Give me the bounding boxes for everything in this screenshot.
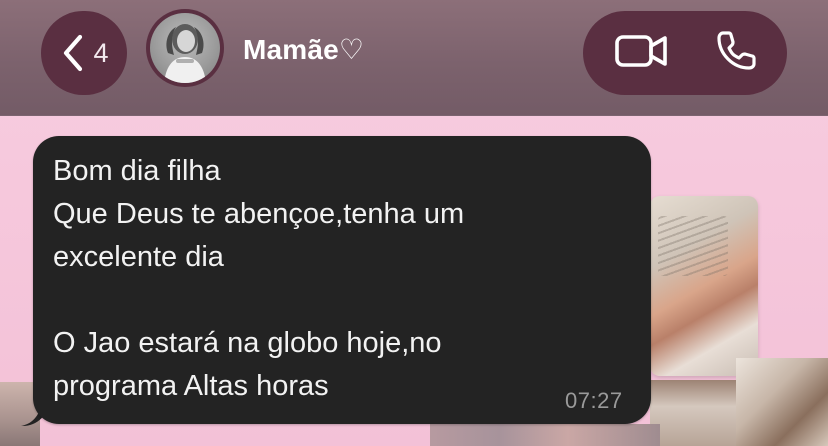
avatar-photo: [150, 13, 220, 83]
contact-avatar[interactable]: [146, 9, 224, 87]
wallpaper-photo-hands: [650, 196, 758, 376]
back-button[interactable]: 4: [41, 11, 127, 95]
wallpaper-photo: [736, 358, 828, 446]
chat-screen: 4 Mamãe♡ Bom dia filha Que Deus te abenç…: [0, 0, 828, 446]
message-text: Bom dia filha Que Deus te abençoe,tenha …: [53, 155, 465, 402]
voice-call-button[interactable]: [691, 11, 781, 95]
phone-icon: [714, 29, 758, 78]
call-actions: [583, 11, 787, 95]
chevron-left-icon: [59, 33, 87, 73]
wallpaper-photo: [650, 380, 740, 446]
message-timestamp: 07:27: [565, 388, 623, 413]
video-camera-icon: [614, 31, 670, 76]
wallpaper-photo: [430, 424, 660, 446]
video-call-button[interactable]: [597, 11, 687, 95]
unread-count: 4: [93, 38, 109, 68]
contact-name[interactable]: Mamãe♡: [243, 33, 364, 66]
chat-header: 4 Mamãe♡: [0, 0, 828, 116]
